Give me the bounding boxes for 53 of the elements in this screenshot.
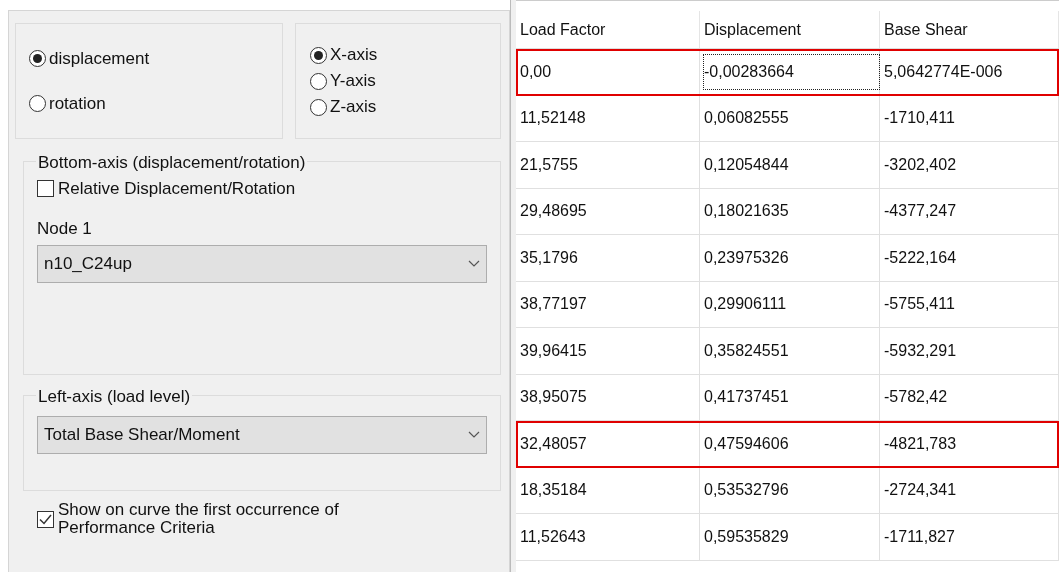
table-cell-text: 0,41737451 (704, 387, 789, 408)
dropdown[interactable]: Total Base Shear/Moment (37, 416, 487, 454)
table-cell-text: -3202,402 (884, 154, 957, 175)
radio-option[interactable]: Z-axis (310, 94, 500, 120)
table-cell-text: 39,96415 (520, 340, 587, 361)
table-cell-text: -1711,827 (884, 526, 955, 547)
table-cell-text: 38,77197 (520, 294, 587, 315)
table-cell-text: -5222,164 (884, 247, 957, 268)
table-cell-text: 0,06082555 (704, 108, 789, 129)
checkbox-label: Show on curve the first occurrence of Performance Criteria (58, 501, 340, 537)
table-cell-text: -4377,247 (884, 201, 957, 222)
chevron-down-icon (468, 260, 480, 268)
table-cell-text: 0,59535829 (704, 526, 789, 547)
radio-option[interactable]: X-axis (310, 42, 500, 68)
table-cell-text: 5,0642774E-006 (884, 61, 1003, 82)
radio-label: displacement (49, 47, 150, 70)
table-cell-text: -5932,291 (884, 340, 957, 361)
table-cell-text: 0,00 (520, 61, 552, 82)
table-cell-text: 11,52148 (520, 108, 586, 129)
table-cell-text: 0,12054844 (704, 154, 789, 175)
table-cell-text: 29,48695 (520, 201, 587, 222)
table-cell-text: 0,35824551 (704, 340, 789, 361)
table-cell-text: 18,35184 (520, 480, 587, 501)
table-cell: -0,00283664 (704, 54, 879, 89)
table-cell-text: 0,29906111 (704, 294, 787, 315)
table-cell-text: 0,53532796 (704, 480, 789, 501)
table-cell-text: 35,1796 (520, 247, 578, 268)
radio-label: Y-axis (330, 70, 376, 92)
table-cell-text: -1710,411 (884, 108, 955, 129)
table-cell-text: 32,48057 (520, 433, 587, 454)
check-icon (39, 512, 52, 526)
checkbox[interactable] (37, 180, 54, 198)
table-cell-text: 0,18021635 (704, 201, 789, 222)
checkbox-label: Relative Displacement/Rotation (58, 178, 296, 200)
dropdown[interactable]: n10_C24up (37, 245, 487, 283)
table-cell-text: -5755,411 (884, 294, 955, 315)
table-cell-text: -4821,783 (884, 433, 957, 454)
field-label: Node 1 (37, 217, 93, 240)
radio-label: X-axis (330, 44, 378, 66)
table-cell-text: 0,23975326 (704, 247, 789, 268)
radio-label: rotation (49, 93, 106, 115)
radio-option[interactable]: displacement (29, 45, 282, 71)
table-cell-text: 21,5755 (520, 154, 578, 175)
chevron-down-icon (468, 431, 480, 439)
table-cell-text: 38,95075 (520, 387, 587, 408)
table-cell-text: -2724,341 (884, 480, 957, 501)
table-cell-text: 11,52643 (520, 526, 586, 547)
radio-option[interactable]: Y-axis (310, 68, 500, 94)
radio-label: Z-axis (330, 96, 377, 118)
checkbox[interactable] (37, 510, 54, 528)
table-cell-text: -5782,42 (884, 387, 948, 408)
radio-option[interactable]: rotation (29, 91, 282, 117)
table-cell-text: 0,47594606 (704, 433, 789, 454)
